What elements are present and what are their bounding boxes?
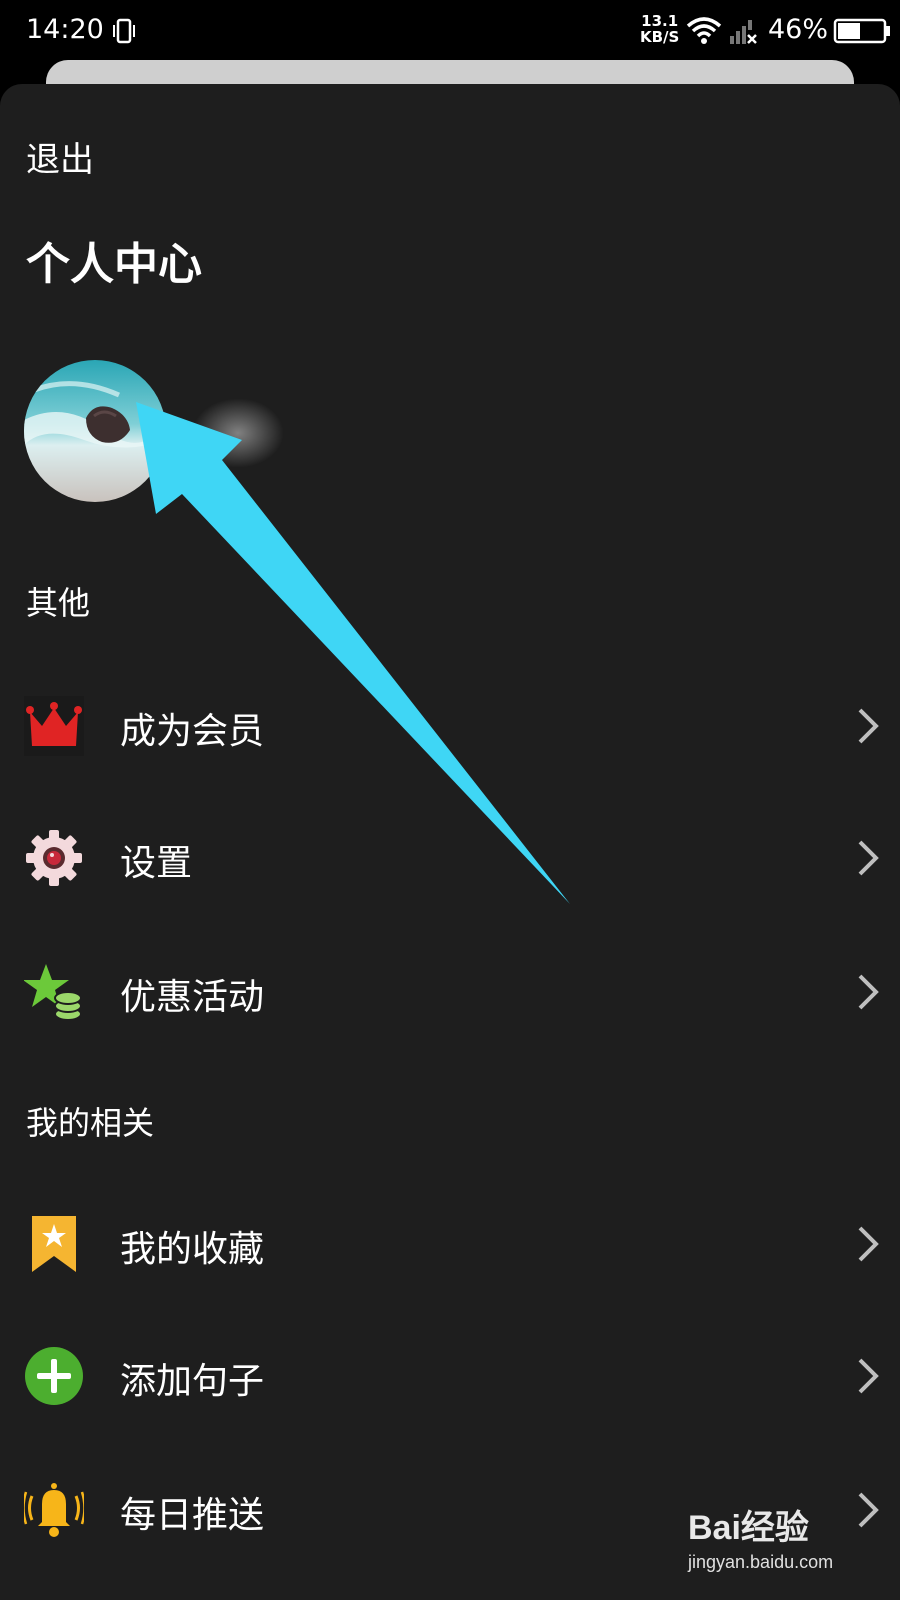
menu-label-daily-push: 每日推送 — [120, 1495, 265, 1536]
avatar[interactable] — [24, 360, 166, 502]
watermark-logo: Bai经验 — [688, 1509, 809, 1547]
baidu-jingyan-watermark: Bai经验 jingyan.baidu.com — [688, 1500, 888, 1590]
status-time: 14:20 — [26, 14, 104, 45]
chevron-right-icon — [858, 1226, 879, 1262]
menu-item-promotions[interactable]: 优惠活动 — [0, 938, 900, 1048]
bell-icon — [24, 1483, 84, 1537]
menu-item-add-sentence[interactable]: 添加句子 — [0, 1322, 900, 1432]
menu-label-promotions: 优惠活动 — [120, 977, 265, 1018]
gear-icon — [26, 830, 82, 886]
username-blurred — [192, 398, 284, 468]
plus-circle-icon — [25, 1347, 83, 1405]
network-speed: 13.1 KB/S — [640, 13, 679, 45]
menu-item-settings[interactable]: 设置 — [0, 804, 900, 914]
battery-percent: 46% — [768, 14, 829, 45]
page-title: 个人中心 — [26, 239, 202, 290]
section-header-other: 其他 — [26, 584, 91, 622]
signal-off-icon — [730, 20, 757, 44]
menu-label-settings: 设置 — [120, 843, 193, 884]
vibrate-icon — [113, 18, 135, 44]
chevron-right-icon — [858, 840, 879, 876]
crown-icon — [24, 696, 84, 756]
chevron-right-icon — [858, 1358, 879, 1394]
menu-item-vip[interactable]: 成为会员 — [0, 672, 900, 782]
watermark-url: jingyan.baidu.com — [688, 1552, 834, 1572]
section-header-mine: 我的相关 — [26, 1104, 155, 1142]
battery-icon — [833, 18, 890, 44]
menu-label-add-sentence: 添加句子 — [120, 1361, 265, 1402]
network-speed-unit: KB/S — [640, 28, 680, 46]
menu-label-favorites: 我的收藏 — [120, 1229, 265, 1270]
bookmark-star-icon — [32, 1216, 76, 1272]
status-bar: 14:20 13.1 KB/S 46% — [0, 0, 900, 62]
star-coins-icon — [24, 964, 82, 1021]
avatar-image — [24, 360, 166, 502]
wifi-icon — [686, 17, 722, 44]
menu-label-vip: 成为会员 — [120, 711, 265, 752]
menu-item-favorites[interactable]: 我的收藏 — [0, 1190, 900, 1300]
chevron-right-icon — [858, 708, 879, 744]
exit-button[interactable]: 退出 — [26, 132, 94, 181]
chevron-right-icon — [858, 974, 879, 1010]
network-speed-value: 13.1 — [641, 12, 679, 30]
